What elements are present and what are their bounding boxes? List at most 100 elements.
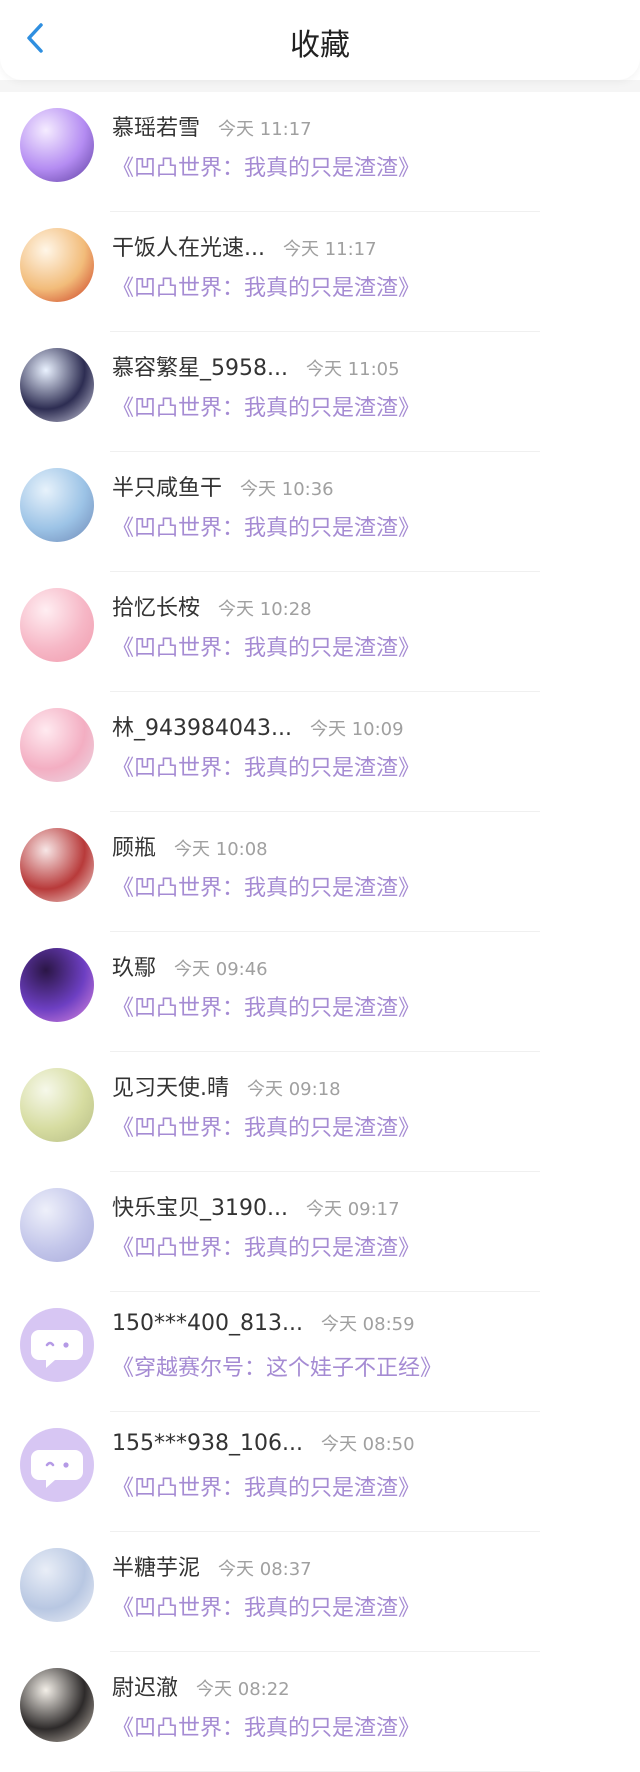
timestamp: 今天 08:59	[320, 1314, 415, 1335]
book-title-link[interactable]: 《穿越赛尔号：这个娃子不正经》	[112, 1350, 620, 1382]
user-name[interactable]: 拾忆长桉	[112, 590, 200, 622]
list-item[interactable]: 155***938_106... 今天 08:50 《凹凸世界：我真的只是渣渣》	[0, 1412, 640, 1532]
timestamp: 今天 09:17	[305, 1199, 400, 1220]
item-info: 半只咸鱼干 今天 10:36 《凹凸世界：我真的只是渣渣》	[112, 470, 620, 542]
list-item[interactable]: 尉迟澈 今天 08:22 《凹凸世界：我真的只是渣渣》	[0, 1652, 640, 1772]
book-title-link[interactable]: 《凹凸世界：我真的只是渣渣》	[112, 390, 620, 422]
item-header: 林_943984043... 今天 10:09	[112, 710, 620, 744]
avatar[interactable]	[20, 348, 94, 422]
page-title: 收藏	[290, 28, 350, 63]
item-info: 155***938_106... 今天 08:50 《凹凸世界：我真的只是渣渣》	[112, 1430, 620, 1502]
item-info: 150***400_813... 今天 08:59 《穿越赛尔号：这个娃子不正经》	[112, 1310, 620, 1382]
book-title-link[interactable]: 《凹凸世界：我真的只是渣渣》	[112, 1710, 620, 1742]
list-item[interactable]: 慕瑶若雪 今天 11:17 《凹凸世界：我真的只是渣渣》	[0, 92, 640, 212]
user-name[interactable]: 慕容繁星_5958...	[112, 350, 288, 382]
list-item[interactable]: 慕容繁星_5958... 今天 11:05 《凹凸世界：我真的只是渣渣》	[0, 332, 640, 452]
user-name[interactable]: 干饭人在光速...	[112, 230, 265, 262]
avatar[interactable]	[20, 828, 94, 902]
item-info: 慕容繁星_5958... 今天 11:05 《凹凸世界：我真的只是渣渣》	[112, 350, 620, 422]
list-item[interactable]: 干饭人在光速... 今天 11:17 《凹凸世界：我真的只是渣渣》	[0, 212, 640, 332]
user-name[interactable]: 快乐宝贝_3190...	[112, 1190, 288, 1222]
item-info: 半糖芋泥 今天 08:37 《凹凸世界：我真的只是渣渣》	[112, 1550, 620, 1622]
timestamp: 今天 11:17	[282, 239, 377, 260]
avatar[interactable]	[20, 1188, 94, 1262]
user-name[interactable]: 林_943984043...	[112, 710, 292, 742]
item-info: 尉迟澈 今天 08:22 《凹凸世界：我真的只是渣渣》	[112, 1670, 620, 1742]
book-title-link[interactable]: 《凹凸世界：我真的只是渣渣》	[112, 1110, 620, 1142]
chat-bubble-icon	[31, 1450, 83, 1488]
top-bar: 收藏	[0, 0, 640, 80]
list-item[interactable]: 顾瓶 今天 10:08 《凹凸世界：我真的只是渣渣》	[0, 812, 640, 932]
avatar[interactable]	[20, 1068, 94, 1142]
item-info: 林_943984043... 今天 10:09 《凹凸世界：我真的只是渣渣》	[112, 710, 620, 782]
avatar[interactable]	[20, 468, 94, 542]
timestamp: 今天 11:17	[218, 119, 312, 140]
header-divider	[0, 80, 640, 92]
list-item[interactable]: 半只咸鱼干 今天 10:36 《凹凸世界：我真的只是渣渣》	[0, 452, 640, 572]
list-item[interactable]: 150***400_813... 今天 08:59 《穿越赛尔号：这个娃子不正经》	[0, 1292, 640, 1412]
timestamp: 今天 09:18	[247, 1079, 341, 1100]
item-header: 慕容繁星_5958... 今天 11:05	[112, 350, 620, 384]
book-title-link[interactable]: 《凹凸世界：我真的只是渣渣》	[112, 870, 620, 902]
book-title-link[interactable]: 《凹凸世界：我真的只是渣渣》	[112, 270, 620, 302]
item-info: 见习天使.晴 今天 09:18 《凹凸世界：我真的只是渣渣》	[112, 1070, 620, 1142]
timestamp: 今天 10:08	[174, 839, 268, 860]
timestamp: 今天 08:22	[196, 1679, 290, 1700]
item-header: 150***400_813... 今天 08:59	[112, 1310, 620, 1344]
item-header: 半只咸鱼干 今天 10:36	[112, 470, 620, 504]
item-info: 快乐宝贝_3190... 今天 09:17 《凹凸世界：我真的只是渣渣》	[112, 1190, 620, 1262]
avatar[interactable]	[20, 1548, 94, 1622]
user-name[interactable]: 玖鄢	[112, 950, 156, 982]
item-header: 155***938_106... 今天 08:50	[112, 1430, 620, 1464]
list-item[interactable]: 见习天使.晴 今天 09:18 《凹凸世界：我真的只是渣渣》	[0, 1052, 640, 1172]
item-header: 快乐宝贝_3190... 今天 09:17	[112, 1190, 620, 1224]
user-name[interactable]: 150***400_813...	[112, 1311, 303, 1336]
item-info: 慕瑶若雪 今天 11:17 《凹凸世界：我真的只是渣渣》	[112, 110, 620, 182]
book-title-link[interactable]: 《凹凸世界：我真的只是渣渣》	[112, 1230, 620, 1262]
avatar[interactable]	[20, 1428, 94, 1502]
item-header: 半糖芋泥 今天 08:37	[112, 1550, 620, 1584]
avatar[interactable]	[20, 1308, 94, 1382]
avatar[interactable]	[20, 708, 94, 782]
avatar[interactable]	[20, 588, 94, 662]
item-header: 干饭人在光速... 今天 11:17	[112, 230, 620, 264]
user-name[interactable]: 155***938_106...	[112, 1431, 303, 1456]
list-item[interactable]: 林_943984043... 今天 10:09 《凹凸世界：我真的只是渣渣》	[0, 692, 640, 812]
list-item[interactable]: 玖鄢 今天 09:46 《凹凸世界：我真的只是渣渣》	[0, 932, 640, 1052]
item-header: 顾瓶 今天 10:08	[112, 830, 620, 864]
user-name[interactable]: 慕瑶若雪	[112, 110, 200, 142]
item-info: 干饭人在光速... 今天 11:17 《凹凸世界：我真的只是渣渣》	[112, 230, 620, 302]
user-name[interactable]: 见习天使.晴	[112, 1070, 229, 1102]
book-title-link[interactable]: 《凹凸世界：我真的只是渣渣》	[112, 510, 620, 542]
book-title-link[interactable]: 《凹凸世界：我真的只是渣渣》	[112, 630, 620, 662]
item-header: 慕瑶若雪 今天 11:17	[112, 110, 620, 144]
avatar[interactable]	[20, 108, 94, 182]
user-name[interactable]: 顾瓶	[112, 830, 156, 862]
timestamp: 今天 10:28	[218, 599, 312, 620]
item-header: 玖鄢 今天 09:46	[112, 950, 620, 984]
avatar[interactable]	[20, 948, 94, 1022]
timestamp: 今天 10:09	[309, 719, 404, 740]
item-info: 拾忆长桉 今天 10:28 《凹凸世界：我真的只是渣渣》	[112, 590, 620, 662]
avatar[interactable]	[20, 1668, 94, 1742]
book-title-link[interactable]: 《凹凸世界：我真的只是渣渣》	[112, 150, 620, 182]
item-header: 拾忆长桉 今天 10:28	[112, 590, 620, 624]
book-title-link[interactable]: 《凹凸世界：我真的只是渣渣》	[112, 1470, 620, 1502]
book-title-link[interactable]: 《凹凸世界：我真的只是渣渣》	[112, 1590, 620, 1622]
avatar[interactable]	[20, 228, 94, 302]
list-item[interactable]: 快乐宝贝_3190... 今天 09:17 《凹凸世界：我真的只是渣渣》	[0, 1172, 640, 1292]
item-header: 尉迟澈 今天 08:22	[112, 1670, 620, 1704]
list-item[interactable]: 拾忆长桉 今天 10:28 《凹凸世界：我真的只是渣渣》	[0, 572, 640, 692]
user-name[interactable]: 尉迟澈	[112, 1670, 178, 1702]
timestamp: 今天 11:05	[305, 359, 400, 380]
timestamp: 今天 08:50	[320, 1434, 415, 1455]
timestamp: 今天 08:37	[218, 1559, 312, 1580]
user-name[interactable]: 半只咸鱼干	[112, 470, 222, 502]
chat-bubble-icon	[31, 1330, 83, 1368]
user-name[interactable]: 半糖芋泥	[112, 1550, 200, 1582]
book-title-link[interactable]: 《凹凸世界：我真的只是渣渣》	[112, 750, 620, 782]
list-item[interactable]: 半糖芋泥 今天 08:37 《凹凸世界：我真的只是渣渣》	[0, 1532, 640, 1652]
book-title-link[interactable]: 《凹凸世界：我真的只是渣渣》	[112, 990, 620, 1022]
item-info: 玖鄢 今天 09:46 《凹凸世界：我真的只是渣渣》	[112, 950, 620, 1022]
favorites-list: 慕瑶若雪 今天 11:17 《凹凸世界：我真的只是渣渣》 干饭人在光速... 今天 11…	[0, 92, 640, 1772]
